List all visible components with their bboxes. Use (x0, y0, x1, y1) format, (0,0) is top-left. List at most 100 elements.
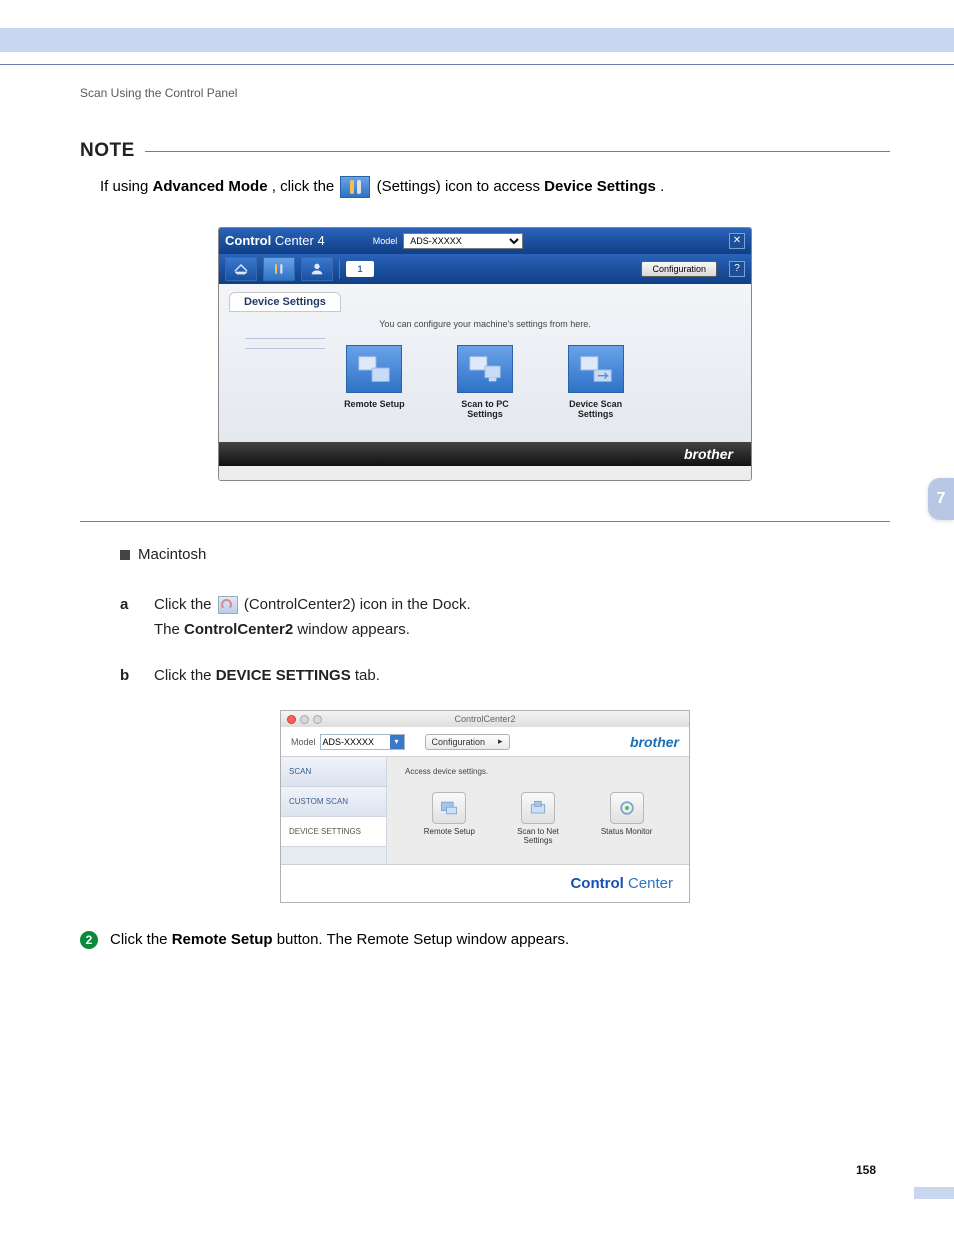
cc2-tiles: Remote Setup Scan to NetSettings Status … (399, 792, 677, 860)
macintosh-label: Macintosh (138, 542, 206, 568)
help-icon[interactable]: ? (729, 261, 745, 277)
note-header: NOTE (80, 140, 890, 162)
note-title: NOTE (80, 140, 135, 162)
cc2-titlebar: ControlCenter2 (281, 711, 689, 727)
tools-icon[interactable] (263, 257, 295, 281)
cc2-footer-bold: Control (570, 875, 623, 892)
step-text: tab. (355, 667, 380, 684)
step-2: 2 Click the Remote Setup button. The Rem… (80, 929, 890, 950)
remote-setup-icon (346, 345, 402, 393)
header-band (0, 28, 954, 52)
macintosh-section: Macintosh a Click the (ControlCenter2) i… (80, 542, 890, 688)
step-text-bold: Remote Setup (172, 931, 273, 948)
scan-to-pc-icon (457, 345, 513, 393)
header-rule (0, 64, 954, 65)
cc2-model-value: ADS-XXXXX (323, 737, 375, 747)
step-number-circle: 2 (80, 931, 98, 949)
cc4-bottom-chrome (219, 466, 751, 480)
scan-to-net-icon (521, 792, 555, 824)
remote-setup-tile[interactable]: Remote Setup (329, 345, 419, 421)
note-text: , click the (272, 178, 339, 195)
step-letter: b (120, 663, 154, 689)
cc2-remote-setup-tile[interactable]: Remote Setup (409, 792, 489, 846)
cc4-badge[interactable]: 1 (346, 261, 374, 277)
cc4-titlebar: Control Center 4 Model ADS-XXXXX ✕ (219, 228, 751, 254)
scan-icon[interactable] (225, 257, 257, 281)
chapter-tab: 7 (928, 478, 954, 520)
page-content: NOTE If using Advanced Mode , click the … (80, 140, 890, 950)
cc4-model-label: Model (373, 236, 398, 246)
cc2-footer: Control Center (281, 864, 689, 902)
controlcenter-logo: Control Center (570, 875, 673, 892)
cc2-sidebar: SCAN CUSTOM SCAN DEVICE SETTINGS (281, 757, 387, 864)
note-body: If using Advanced Mode , click the (Sett… (80, 176, 890, 199)
square-bullet-icon (120, 550, 130, 560)
cc2-content: Access device settings. Remote Setup Sca… (387, 757, 689, 864)
sidebar-rule (245, 338, 325, 339)
step-text: Click the (154, 596, 216, 613)
cc2-status-monitor-tile[interactable]: Status Monitor (587, 792, 667, 846)
tile-label: Scan to PCSettings (440, 399, 530, 421)
settings-icon (340, 176, 370, 198)
cc2-model-label: Model (291, 737, 316, 747)
remote-setup-icon (432, 792, 466, 824)
tile-label: Scan to NetSettings (498, 828, 578, 846)
tab-scan[interactable]: SCAN (281, 757, 386, 787)
status-monitor-icon (610, 792, 644, 824)
step-2-body: Click the Remote Setup button. The Remot… (110, 929, 890, 950)
brother-logo: brother (684, 446, 733, 462)
device-settings-tab[interactable]: Device Settings (229, 292, 341, 312)
step-a: a Click the (ControlCenter2) icon in the… (120, 592, 890, 643)
macintosh-bullet: Macintosh (120, 542, 890, 568)
tile-label: Status Monitor (587, 828, 667, 837)
cc2-footer-thin: Center (624, 875, 673, 892)
step-text: The (154, 621, 184, 638)
close-icon[interactable]: ✕ (729, 233, 745, 249)
cc4-title-thin: Center 4 (271, 233, 324, 248)
cc2-description: Access device settings. (405, 767, 677, 776)
note-text: If using (100, 178, 153, 195)
step-text: button. The Remote Setup window appears. (277, 931, 569, 948)
step-b-body: Click the DEVICE SETTINGS tab. (154, 663, 890, 689)
note-line (145, 151, 890, 152)
note-end-rule (80, 521, 890, 522)
cc4-tiles: Remote Setup Scan to PCSettings Device S… (229, 345, 741, 439)
controlcenter4-window: Control Center 4 Model ADS-XXXXX ✕ 1 Con… (218, 227, 752, 482)
note-text: . (660, 178, 664, 195)
note-text: (Settings) icon to access (377, 178, 545, 195)
cc2-scan-to-net-tile[interactable]: Scan to NetSettings (498, 792, 578, 846)
cc2-main: SCAN CUSTOM SCAN DEVICE SETTINGS Access … (281, 757, 689, 864)
note-device-settings: Device Settings (544, 178, 656, 195)
device-scan-icon (568, 345, 624, 393)
controlcenter2-window: ControlCenter2 Model ADS-XXXXX Configura… (280, 710, 690, 903)
chevron-right-icon: ▸ (498, 736, 503, 747)
device-scan-tile[interactable]: Device ScanSettings (551, 345, 641, 421)
cc4-subtext: You can configure your machine's setting… (229, 319, 741, 329)
cc2-configuration-button[interactable]: Configuration ▸ (425, 734, 510, 750)
toolbar-separator (339, 259, 340, 279)
note-advanced-mode: Advanced Mode (153, 178, 268, 195)
tile-label: Device ScanSettings (551, 399, 641, 421)
step-letter: a (120, 592, 154, 643)
footer-accent (914, 1187, 954, 1199)
cc4-model-select[interactable]: ADS-XXXXX (403, 233, 523, 249)
configuration-button[interactable]: Configuration (641, 261, 717, 277)
tile-label: Remote Setup (329, 399, 419, 410)
cc2-model-select[interactable]: ADS-XXXXX (320, 734, 405, 750)
step-text-bold: DEVICE SETTINGS (216, 667, 351, 684)
step-text: (ControlCenter2) icon in the Dock. (244, 596, 471, 613)
controlcenter2-icon (218, 596, 238, 614)
brother-logo: brother (630, 734, 679, 750)
user-icon[interactable] (301, 257, 333, 281)
tab-custom-scan[interactable]: CUSTOM SCAN (281, 787, 386, 817)
tab-device-settings[interactable]: DEVICE SETTINGS (281, 817, 386, 847)
step-b: b Click the DEVICE SETTINGS tab. (120, 663, 890, 689)
cc4-title-bold: Control (225, 233, 271, 248)
cc4-body: Device Settings You can configure your m… (219, 284, 751, 443)
scan-to-pc-tile[interactable]: Scan to PCSettings (440, 345, 530, 421)
tile-label: Remote Setup (409, 828, 489, 837)
cc2-window-title: ControlCenter2 (281, 714, 689, 724)
page-number: 158 (856, 1163, 876, 1177)
cc4-toolbar: 1 Configuration ? (219, 254, 751, 284)
step-text: window appears. (297, 621, 410, 638)
